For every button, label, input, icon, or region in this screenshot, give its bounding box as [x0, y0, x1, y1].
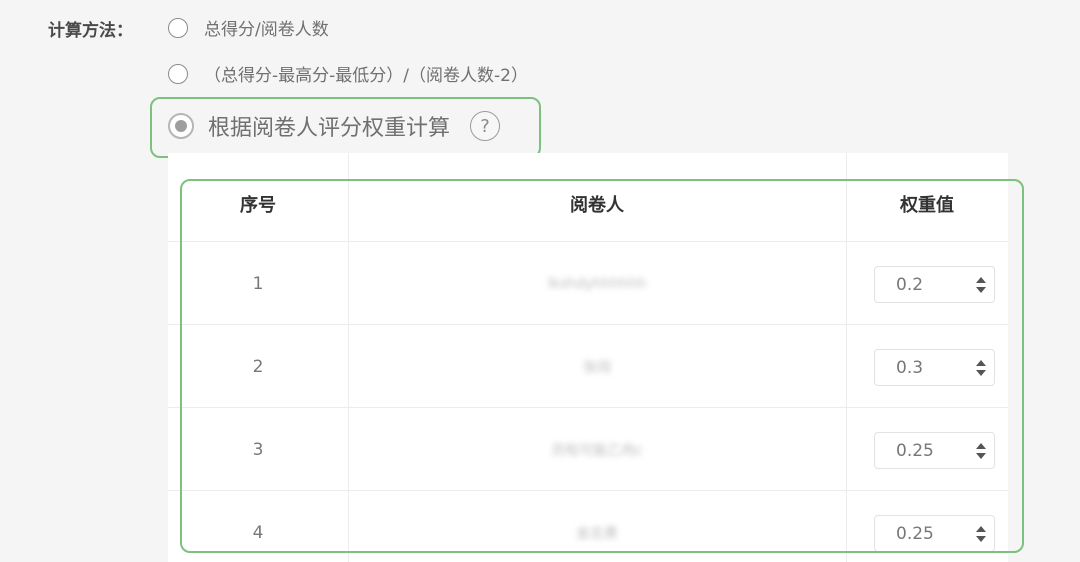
method-option-label: 根据阅卷人评分权重计算: [208, 116, 451, 141]
table-row: 3 员啦可能乙肉c 0.25: [168, 408, 1008, 491]
header-index: 序号: [240, 195, 276, 216]
calculation-method-label: 计算方法：: [48, 21, 133, 41]
table-row: 4 金志勇 0.25: [168, 491, 1008, 562]
weight-table: 序号 阅卷人 权重值 1 lkshdyhhhhhh 0.2 2 张闯 0.3 3…: [168, 153, 1008, 562]
reviewer-name: lkshdyhhhhhh: [547, 275, 647, 292]
header-reviewer: 阅卷人: [570, 195, 624, 216]
method-option-label: （总得分-最高分-最低分）/（阅卷人数-2）: [204, 66, 528, 86]
radio-button-selected[interactable]: [168, 113, 194, 139]
row-index: 4: [252, 522, 264, 543]
weight-stepper[interactable]: 0.25: [874, 515, 995, 552]
method-option-average[interactable]: 总得分/阅卷人数: [168, 15, 329, 40]
stepper-arrows-icon[interactable]: [976, 441, 986, 461]
radio-button[interactable]: [168, 17, 188, 38]
reviewer-name: 员啦可能乙肉c: [551, 442, 643, 459]
weight-value[interactable]: 0.25: [896, 441, 934, 461]
weight-stepper[interactable]: 0.2: [874, 266, 995, 303]
weight-value[interactable]: 0.2: [896, 275, 923, 295]
method-option-label: 总得分/阅卷人数: [204, 20, 329, 40]
weight-stepper[interactable]: 0.3: [874, 349, 995, 386]
weight-stepper[interactable]: 0.25: [874, 432, 995, 469]
header-weight: 权重值: [900, 195, 954, 216]
row-index: 2: [252, 356, 264, 377]
table-row: 2 张闯 0.3: [168, 325, 1008, 408]
row-index: 1: [252, 273, 264, 294]
reviewer-name: 金志勇: [576, 525, 618, 542]
help-icon[interactable]: ?: [470, 111, 501, 141]
radio-button[interactable]: [168, 63, 188, 84]
table-row: 1 lkshdyhhhhhh 0.2: [168, 242, 1008, 325]
row-index: 3: [252, 439, 264, 460]
weight-value[interactable]: 0.25: [896, 524, 934, 544]
stepper-arrows-icon[interactable]: [976, 275, 986, 295]
weight-value[interactable]: 0.3: [896, 358, 923, 378]
stepper-arrows-icon[interactable]: [976, 358, 986, 378]
stepper-arrows-icon[interactable]: [976, 524, 986, 544]
method-option-weighted[interactable]: 根据阅卷人评分权重计算 ?: [168, 110, 501, 142]
reviewer-name: 张闯: [583, 359, 611, 376]
method-option-trimmed-average[interactable]: （总得分-最高分-最低分）/（阅卷人数-2）: [168, 61, 528, 86]
